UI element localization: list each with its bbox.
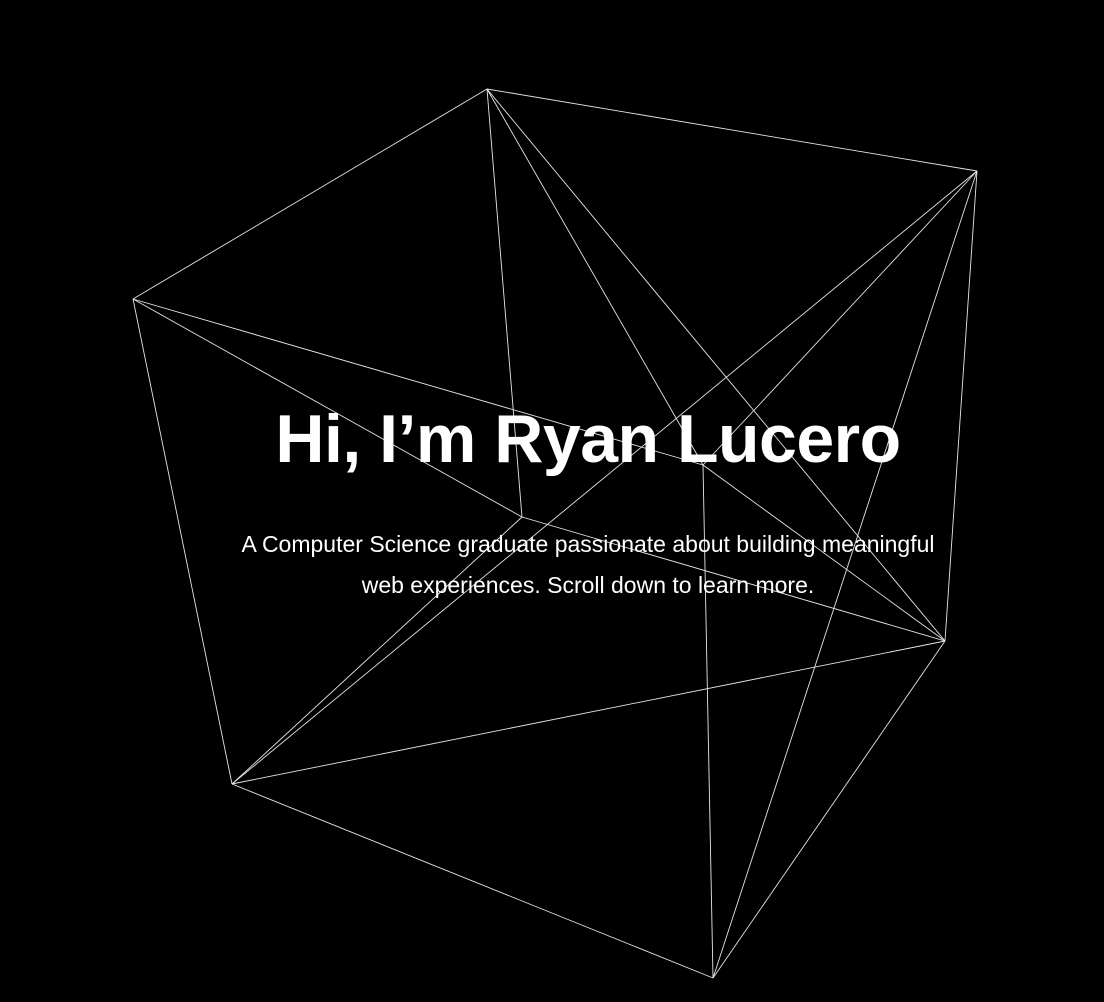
hero-section: Hi, I’m Ryan Lucero A Computer Science g… [0, 0, 1104, 1002]
cube-edge [231, 783, 714, 979]
cube-edge [486, 88, 978, 172]
hero-title: Hi, I’m Ryan Lucero [275, 401, 901, 477]
hero-text: Hi, I’m Ryan Lucero A Computer Science g… [0, 398, 1104, 606]
cube-edge [132, 88, 488, 300]
cube-edge [231, 640, 946, 785]
hero-subtitle: A Computer Science graduate passionate a… [241, 531, 935, 598]
cube-edge [712, 640, 946, 979]
